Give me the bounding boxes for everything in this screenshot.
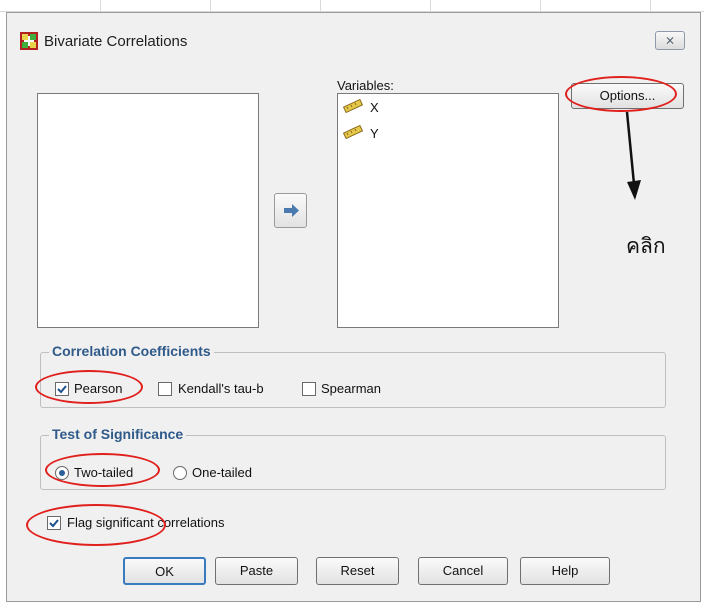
ok-button-label: OK [155, 564, 174, 579]
one-tailed-label[interactable]: One-tailed [192, 465, 252, 480]
variable-name: X [370, 100, 379, 115]
dialog-title: Bivariate Correlations [44, 33, 188, 50]
background-gridline [650, 0, 651, 12]
help-button[interactable]: Help [520, 557, 610, 585]
scale-variable-icon [342, 124, 364, 143]
variables-list[interactable]: X Y [337, 93, 559, 328]
paste-button[interactable]: Paste [215, 557, 298, 585]
pearson-checkbox[interactable] [55, 382, 69, 396]
background-gridline [100, 0, 101, 12]
scale-variable-icon [342, 98, 364, 117]
options-button-label: Options... [599, 88, 656, 103]
right-arrow-icon [284, 204, 299, 220]
test-of-significance-legend: Test of Significance [49, 426, 187, 442]
background-gridline [210, 0, 211, 12]
flag-significant-checkbox[interactable] [47, 516, 61, 530]
correlation-coefficients-legend: Correlation Coefficients [49, 343, 214, 359]
checkmark-icon [49, 519, 59, 528]
variables-label: Variables: [337, 78, 394, 93]
reset-button-label: Reset [340, 563, 375, 578]
cancel-button-label: Cancel [442, 563, 484, 578]
cancel-button[interactable]: Cancel [418, 557, 508, 585]
reset-button[interactable]: Reset [316, 557, 399, 585]
click-annotation-text: คลิก [626, 234, 666, 258]
background-gridline [320, 0, 321, 12]
kendalls-tau-b-label[interactable]: Kendall's tau-b [178, 381, 264, 396]
spss-dialog-icon [20, 32, 38, 50]
close-button[interactable]: ⨯ [655, 31, 685, 50]
kendalls-tau-b-checkbox[interactable] [158, 382, 172, 396]
spearman-checkbox[interactable] [302, 382, 316, 396]
down-arrow-icon [625, 111, 641, 200]
background-gridline [430, 0, 431, 12]
test-of-significance-group [40, 435, 666, 490]
paste-button-label: Paste [239, 563, 274, 578]
checkmark-icon [57, 385, 67, 394]
source-variable-list[interactable] [37, 93, 259, 328]
one-tailed-radio[interactable] [173, 466, 187, 480]
move-variable-button[interactable] [274, 193, 307, 228]
help-button-label: Help [551, 563, 579, 578]
correlation-coefficients-group [40, 352, 666, 408]
two-tailed-radio[interactable] [55, 466, 69, 480]
flag-significant-label[interactable]: Flag significant correlations [67, 515, 225, 530]
two-tailed-label[interactable]: Two-tailed [74, 465, 133, 480]
pearson-label[interactable]: Pearson [74, 381, 122, 396]
variable-name: Y [370, 126, 379, 141]
spearman-label[interactable]: Spearman [321, 381, 381, 396]
background-gridline [540, 0, 541, 12]
options-button[interactable]: Options... [571, 83, 684, 109]
ok-button[interactable]: OK [123, 557, 206, 585]
close-icon: ⨯ [664, 33, 676, 47]
